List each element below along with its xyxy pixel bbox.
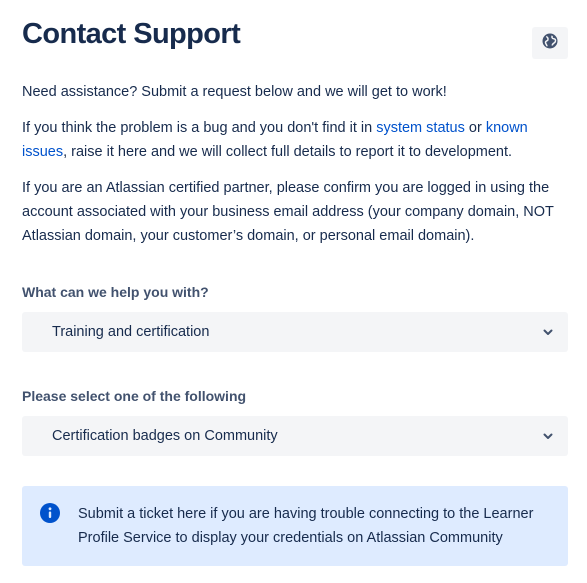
info-panel: Submit a ticket here if you are having t… <box>22 486 568 566</box>
intro-text-segment: , raise it here and we will collect full… <box>63 144 513 160</box>
help-topic-label: What can we help you with? <box>22 284 209 300</box>
help-topic-value: Training and certification <box>52 324 210 340</box>
chevron-down-icon <box>542 430 554 442</box>
language-button[interactable] <box>532 27 568 59</box>
page-title: Contact Support <box>22 18 241 50</box>
intro-paragraph-1: Need assistance? Submit a request below … <box>22 84 447 100</box>
chevron-down-icon <box>542 326 554 338</box>
intro-paragraph-3: If you are an Atlassian certified partne… <box>22 180 554 244</box>
request-type-label: Please select one of the following <box>22 388 247 404</box>
intro-paragraph-2: If you think the problem is a bug and yo… <box>22 116 562 164</box>
intro-text: Need assistance? Submit a request below … <box>22 80 562 260</box>
globe-icon <box>541 32 559 55</box>
system-status-link[interactable]: system status <box>376 120 465 136</box>
request-type-select[interactable]: Certification badges on Community <box>22 416 568 456</box>
info-message: Submit a ticket here if you are having t… <box>78 506 534 546</box>
intro-text-segment: If you think the problem is a bug and yo… <box>22 120 377 136</box>
help-topic-select[interactable]: Training and certification <box>22 312 568 352</box>
request-type-value: Certification badges on Community <box>52 428 278 444</box>
info-icon <box>40 503 60 523</box>
contact-support-page: Contact Support Need assistance? Submit … <box>0 0 587 583</box>
intro-text-segment: or <box>464 120 486 136</box>
